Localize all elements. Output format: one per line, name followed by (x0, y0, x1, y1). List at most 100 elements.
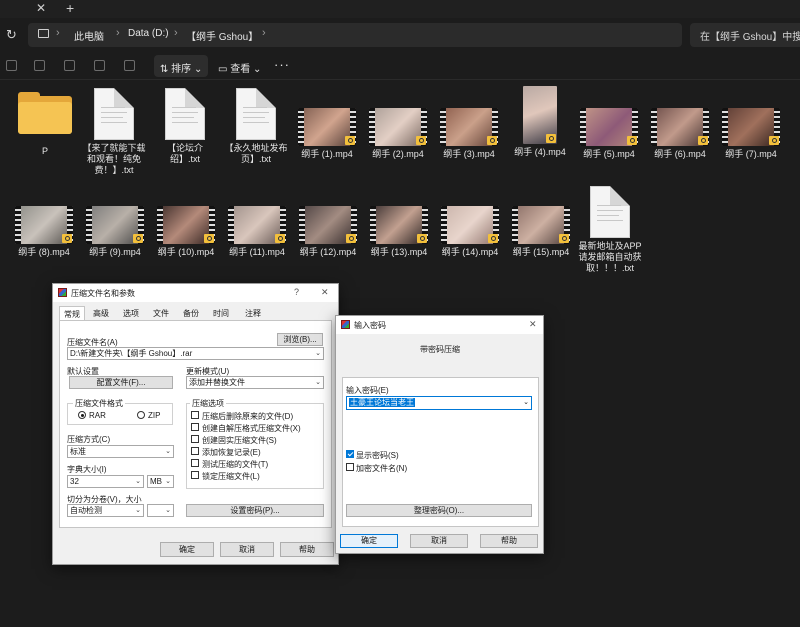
file-item[interactable]: 纲手 (4).mp4 (508, 86, 572, 158)
computer-icon (38, 29, 49, 38)
share-icon[interactable] (94, 60, 105, 71)
password-heading: 带密码压缩 (420, 345, 460, 354)
file-item[interactable]: 纲手 (13).mp4 (367, 206, 431, 258)
address-bar[interactable]: › 此电脑 › Data (D:) › 【纲手 Gshou】 › (28, 23, 682, 47)
file-item[interactable]: 纲手 (9).mp4 (83, 206, 147, 258)
folder-item[interactable]: P (13, 92, 77, 157)
tab-time[interactable]: 时间 (209, 306, 233, 320)
file-item[interactable]: 最新地址及APP请发邮箱自动获取！！！.txt (578, 186, 642, 274)
tab-files[interactable]: 文件 (149, 306, 173, 320)
help-button[interactable]: 帮助 (280, 542, 334, 557)
tab-backup[interactable]: 备份 (179, 306, 203, 320)
tab-options[interactable]: 选项 (119, 306, 143, 320)
sort-button[interactable]: ⇅ 排序 ⌄ (154, 55, 209, 77)
file-item[interactable]: 纲手 (12).mp4 (296, 206, 360, 258)
delete-after-checkbox[interactable] (191, 411, 199, 419)
file-item[interactable]: 纲手 (5).mp4 (577, 108, 641, 160)
address-row: ↻ › 此电脑 › Data (D:) › 【纲手 Gshou】 › 在【纲手 … (0, 20, 800, 50)
option-label: 锁定压缩文件(L) (202, 472, 260, 481)
file-name: 【来了就能下载和观看！纯免费！】.txt (82, 143, 146, 175)
dictionary-unit-select[interactable]: MB ⌄ (147, 475, 174, 488)
method-select[interactable]: 标准 ⌄ (67, 445, 174, 458)
password-input[interactable]: 土豪王论坛当老王 ⌄ (346, 396, 532, 410)
dictionary-select[interactable]: 32 ⌄ (67, 475, 144, 488)
breadcrumb-this-pc[interactable]: 此电脑 (74, 28, 104, 43)
chevron-right-icon: › (116, 27, 120, 39)
file-item[interactable]: 纲手 (8).mp4 (12, 206, 76, 258)
file-item[interactable]: 【永久地址发布页】.txt (224, 88, 288, 165)
chevron-down-icon: ⌄ (135, 478, 141, 485)
search-input[interactable]: 在【纲手 Gshou】中搜索 (690, 23, 800, 47)
solid-checkbox[interactable] (191, 435, 199, 443)
video-thumbnail (369, 108, 427, 146)
refresh-icon[interactable]: ↻ (6, 27, 17, 43)
cut-icon[interactable] (6, 60, 17, 71)
ok-button[interactable]: 确定 (340, 534, 398, 548)
split-unit-select[interactable]: ⌄ (147, 504, 174, 517)
video-thumbnail (651, 108, 709, 146)
close-icon[interactable]: ✕ (321, 287, 329, 298)
update-mode-select[interactable]: 添加并替换文件 ⌄ (186, 376, 324, 389)
view-button[interactable]: ▭ 查看 ⌄ (212, 55, 267, 77)
file-item[interactable]: 【来了就能下载和观看！纯免费！】.txt (82, 88, 146, 176)
video-thumbnail (523, 86, 557, 144)
password-value: 土豪王论坛当老王 (349, 398, 415, 407)
lock-checkbox[interactable] (191, 471, 199, 479)
file-item[interactable]: 纲手 (7).mp4 (719, 108, 783, 160)
file-item[interactable]: 纲手 (14).mp4 (438, 206, 502, 258)
profiles-button[interactable]: 配置文件(F)... (69, 376, 173, 389)
sfx-checkbox[interactable] (191, 423, 199, 431)
file-item[interactable]: 【论坛介绍】.txt (153, 88, 217, 165)
breadcrumb-current-folder[interactable]: 【纲手 Gshou】 (186, 28, 258, 43)
show-password-checkbox[interactable] (346, 450, 354, 458)
chevron-down-icon: ⌄ (165, 478, 171, 485)
file-item[interactable]: 纲手 (15).mp4 (509, 206, 573, 258)
tab-comment[interactable]: 注释 (241, 306, 265, 320)
archive-dialog-titlebar: 压缩文件名和参数 ? ✕ (53, 284, 338, 302)
option-label: 添加恢复记录(E) (202, 448, 261, 457)
close-tab-icon[interactable]: ✕ (36, 1, 46, 15)
set-password-button[interactable]: 设置密码(P)... (186, 504, 324, 517)
file-name: P (41, 146, 48, 156)
close-icon[interactable]: ✕ (529, 319, 537, 330)
chevron-right-icon: › (56, 27, 60, 39)
split-select[interactable]: 自动检测 ⌄ (67, 504, 144, 517)
cancel-button[interactable]: 取消 (410, 534, 468, 548)
new-tab-icon[interactable]: + (66, 0, 74, 16)
zip-radio[interactable] (137, 411, 145, 419)
test-checkbox[interactable] (191, 459, 199, 467)
encrypt-names-checkbox[interactable] (346, 463, 354, 471)
ok-button[interactable]: 确定 (160, 542, 214, 557)
cancel-button[interactable]: 取消 (220, 542, 274, 557)
file-item[interactable]: 纲手 (2).mp4 (366, 108, 430, 160)
rar-radio[interactable] (78, 411, 86, 419)
more-options-icon[interactable]: ··· (274, 57, 290, 72)
chevron-right-icon: › (174, 27, 178, 39)
file-name: 纲手 (5).mp4 (583, 149, 635, 159)
recovery-checkbox[interactable] (191, 447, 199, 455)
organize-passwords-button[interactable]: 整理密码(O)... (346, 504, 532, 517)
file-item[interactable]: 纲手 (1).mp4 (295, 108, 359, 160)
file-item[interactable]: 纲手 (11).mp4 (225, 206, 289, 258)
option-label: 创建固实压缩文件(S) (202, 436, 277, 445)
archive-dialog-title: 压缩文件名和参数 (71, 289, 135, 298)
tab-advanced[interactable]: 高级 (89, 306, 113, 320)
method-label: 压缩方式(C) (67, 435, 111, 444)
help-icon[interactable]: ? (294, 287, 299, 297)
help-button[interactable]: 帮助 (480, 534, 538, 548)
delete-icon[interactable] (124, 60, 135, 71)
chevron-down-icon: ⌄ (315, 379, 321, 386)
file-item[interactable]: 纲手 (10).mp4 (154, 206, 218, 258)
video-thumbnail (299, 206, 357, 244)
file-item[interactable]: 纲手 (3).mp4 (437, 108, 501, 160)
video-thumbnail (298, 108, 356, 146)
file-item[interactable]: 纲手 (6).mp4 (648, 108, 712, 160)
option-label: 压缩后删除原来的文件(D) (202, 412, 294, 421)
browse-button[interactable]: 浏览(B)... (277, 333, 323, 346)
tab-general[interactable]: 常规 (59, 306, 85, 321)
paste-icon[interactable] (64, 60, 75, 71)
copy-icon[interactable] (34, 60, 45, 71)
archive-name-input[interactable]: D:\新建文件夹\【纲手 Gshou】.rar ⌄ (67, 347, 324, 360)
format-label: 压缩文件格式 (73, 398, 125, 409)
breadcrumb-data-drive[interactable]: Data (D:) (128, 28, 169, 39)
